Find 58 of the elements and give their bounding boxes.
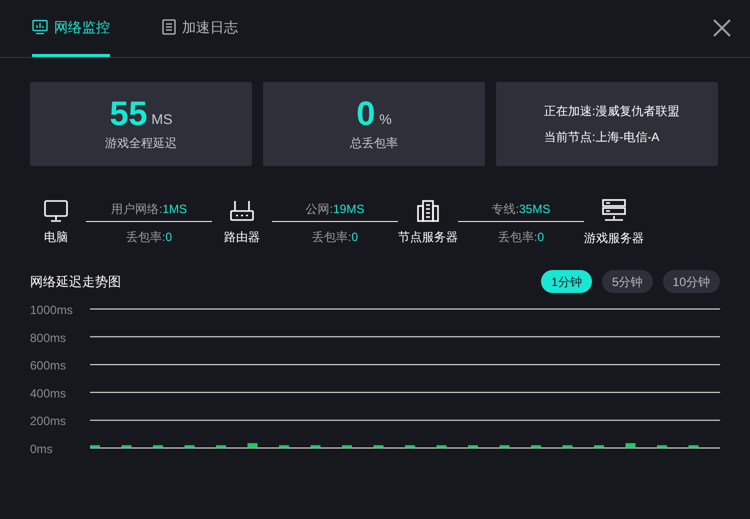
chart-bar — [657, 445, 667, 448]
chart-bar — [184, 445, 194, 448]
stat-label: 总丢包率 — [350, 135, 398, 152]
chart-bar — [248, 443, 258, 448]
tab[interactable]: 加速日志 — [162, 0, 238, 57]
server-rack-icon — [602, 199, 626, 223]
stat-value: 55 — [110, 96, 148, 132]
router-icon — [230, 200, 254, 222]
axis-label: 600ms — [30, 358, 66, 373]
chart-bar — [216, 445, 226, 448]
range-button[interactable]: 1分钟 — [541, 270, 592, 293]
document-icon — [162, 19, 176, 35]
info-text: 正在加速:漫威复仇者联盟 — [544, 103, 680, 120]
axis-label: 0ms — [30, 442, 53, 456]
stat-unit: MS — [151, 110, 172, 129]
chart-bar — [500, 445, 510, 448]
chart-bar — [405, 445, 415, 448]
building-icon — [417, 200, 439, 222]
chart-bar — [594, 445, 604, 448]
stat-label: 游戏全程延迟 — [105, 135, 177, 152]
loss-text: 丢包率:0 — [312, 229, 358, 246]
latency-text: 公网:19MS — [272, 200, 398, 222]
range-button[interactable]: 5分钟 — [602, 270, 653, 293]
chart-bar — [342, 445, 352, 448]
stat-unit: % — [379, 110, 392, 129]
close-icon — [712, 18, 732, 38]
stat-value: 0 — [356, 96, 376, 132]
monitor-chart-icon — [32, 19, 48, 35]
latency-text: 专线:35MS — [458, 200, 584, 222]
chart-bar — [153, 445, 163, 448]
chart-bar — [626, 443, 636, 448]
chart-bar — [374, 445, 384, 448]
axis-label: 200ms — [30, 414, 66, 428]
axis-label: 1000ms — [30, 303, 73, 317]
chart-bar — [436, 445, 446, 448]
chart-bar — [468, 445, 478, 448]
chart-bar — [310, 445, 320, 448]
node-label: 路由器 — [224, 229, 260, 246]
info-text: 当前节点:上海-电信-A — [544, 129, 660, 146]
chart-bar — [688, 445, 698, 448]
node-label: 电脑 — [44, 229, 68, 246]
chart-bar — [279, 445, 289, 448]
range-button[interactable]: 10分钟 — [662, 270, 720, 293]
axis-label: 800ms — [30, 330, 66, 345]
chart-bar — [531, 445, 541, 448]
chart-bar — [122, 445, 132, 448]
chart-bar — [90, 445, 100, 448]
monitor-icon — [44, 200, 68, 222]
node-label: 节点服务器 — [398, 229, 458, 246]
loss-text: 丢包率:0 — [498, 229, 544, 246]
latency-text: 用户网络:1MS — [86, 200, 212, 222]
node-label: 游戏服务器 — [584, 230, 644, 247]
tab[interactable]: 网络监控 — [32, 0, 110, 57]
chart-bar — [562, 445, 572, 448]
axis-label: 400ms — [30, 386, 66, 400]
loss-text: 丢包率:0 — [126, 229, 172, 246]
chart-title: 网络延迟走势图 — [30, 272, 121, 291]
close-button[interactable] — [712, 18, 732, 38]
